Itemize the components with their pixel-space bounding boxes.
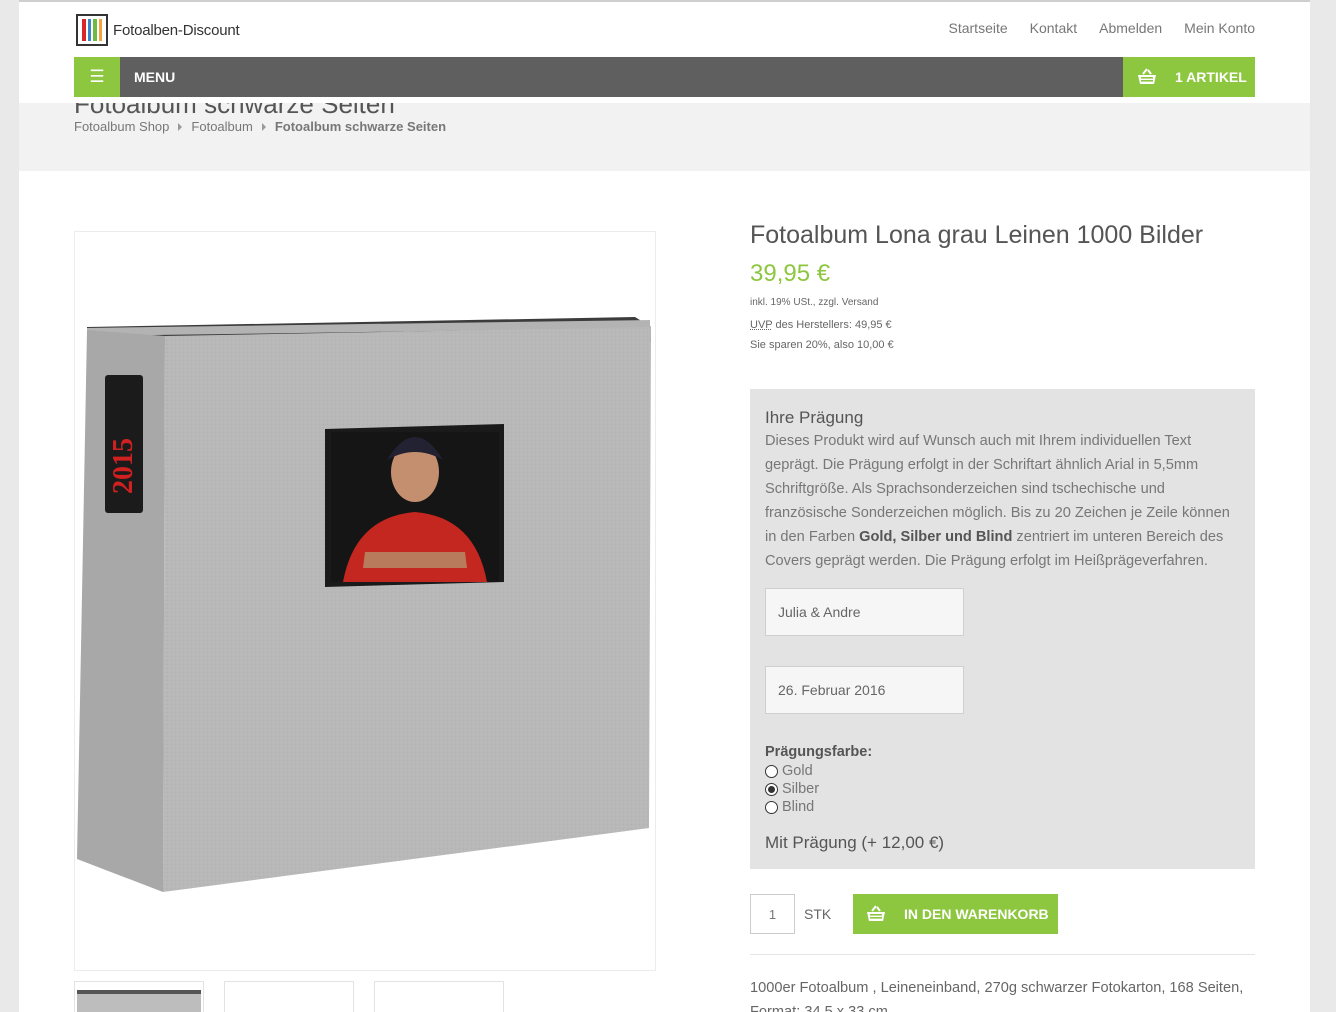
top-links: Startseite Kontakt Abmelden Mein Konto	[949, 20, 1256, 36]
breadcrumb-arrow-icon	[178, 122, 183, 131]
uvp-abbr: UVP	[750, 319, 773, 331]
breadcrumb-fotoalbum[interactable]: Fotoalbum	[191, 119, 252, 134]
link-mein-konto[interactable]: Mein Konto	[1184, 20, 1255, 36]
embossing-surcharge: Mit Prägung (+ 12,00 €)	[765, 833, 945, 852]
savings-note: Sie sparen 20%, also 10,00 €	[750, 339, 894, 351]
radio-silber-circle[interactable]	[765, 782, 778, 796]
embossing-description: Dieses Produkt wird auf Wunsch auch mit …	[765, 429, 1240, 573]
quantity-input[interactable]	[750, 894, 795, 934]
uvp-text: des Herstellers: 49,95 €	[775, 319, 892, 331]
add-to-cart-label: IN DEN WARENKORB	[904, 906, 1049, 922]
thumbnail-strip	[74, 981, 504, 1012]
breadcrumb-current: Fotoalbum schwarze Seiten	[274, 119, 447, 134]
embossing-options: Ihre Prägung Dieses Produkt wird auf Wun…	[750, 389, 1255, 869]
product-image-gallery[interactable]: 2015	[74, 231, 656, 971]
menu-label[interactable]: MENU	[134, 69, 175, 85]
thumbnail-2[interactable]	[224, 981, 354, 1012]
radio-silber[interactable]: Silber	[765, 781, 819, 797]
thumbnail-1[interactable]	[74, 981, 204, 1012]
radio-gold[interactable]: Gold	[765, 763, 813, 779]
page: Fotoalben-Discount Startseite Kontakt Ab…	[19, 0, 1310, 1012]
divider	[750, 954, 1255, 955]
product-title: Fotoalbum Lona grau Leinen 1000 Bilder	[750, 221, 1204, 249]
page-title: Fotoalbum schwarze Seiten	[74, 103, 395, 119]
page-title-strip: Fotoalbum schwarze Seiten Fotoalbum Shop…	[19, 103, 1310, 171]
logo-text: Fotoalben-Discount	[113, 21, 240, 39]
uvp-note: UVP des Herstellers: 49,95 €	[750, 319, 892, 331]
product-image: 2015	[77, 317, 651, 892]
cart-count-label: 1 ARTIKEL	[1175, 69, 1247, 85]
mini-cart-button[interactable]: 1 ARTIKEL	[1123, 57, 1255, 97]
hamburger-icon: ☰	[89, 67, 105, 86]
basket-icon	[867, 905, 885, 921]
radio-blind[interactable]: Blind	[765, 799, 814, 815]
thumbnail-3[interactable]	[374, 981, 504, 1012]
embossing-heading: Ihre Prägung	[765, 408, 864, 427]
product-description: 1000er Fotoalbum , Leineneinband, 270g s…	[750, 980, 1244, 1012]
embossing-desc-colors: Gold, Silber und Blind	[859, 529, 1013, 545]
breadcrumb-shop[interactable]: Fotoalbum Shop	[74, 119, 169, 134]
radio-gold-label: Gold	[782, 763, 813, 779]
quantity-unit: STK	[804, 906, 832, 922]
top-border	[19, 0, 1310, 2]
embossing-color-label: Prägungsfarbe:	[765, 744, 873, 760]
link-startseite[interactable]: Startseite	[949, 20, 1008, 36]
embossing-line1-input[interactable]	[765, 588, 964, 636]
radio-gold-circle[interactable]	[765, 764, 778, 778]
site-logo[interactable]: Fotoalben-Discount	[76, 14, 240, 46]
radio-silber-label: Silber	[782, 781, 820, 797]
menu-toggle-button[interactable]: ☰	[74, 57, 120, 97]
basket-icon	[1138, 68, 1156, 84]
spine-year-label: 2015	[108, 438, 139, 494]
add-to-cart-button[interactable]: IN DEN WARENKORB	[853, 894, 1058, 934]
link-kontakt[interactable]: Kontakt	[1030, 20, 1077, 36]
logo-icon	[76, 14, 108, 46]
main-navbar: ☰ MENU 1 ARTIKEL	[74, 57, 1255, 97]
embossing-line2-input[interactable]	[765, 666, 964, 714]
breadcrumb-arrow-icon	[261, 122, 266, 131]
tax-note: inkl. 19% USt., zzgl. Versand	[750, 297, 879, 308]
radio-blind-label: Blind	[782, 799, 815, 815]
product-price: 39,95 €	[750, 260, 831, 287]
breadcrumb: Fotoalbum Shop Fotoalbum Fotoalbum schwa…	[74, 119, 446, 134]
radio-blind-circle[interactable]	[765, 800, 778, 814]
link-abmelden[interactable]: Abmelden	[1099, 20, 1162, 36]
